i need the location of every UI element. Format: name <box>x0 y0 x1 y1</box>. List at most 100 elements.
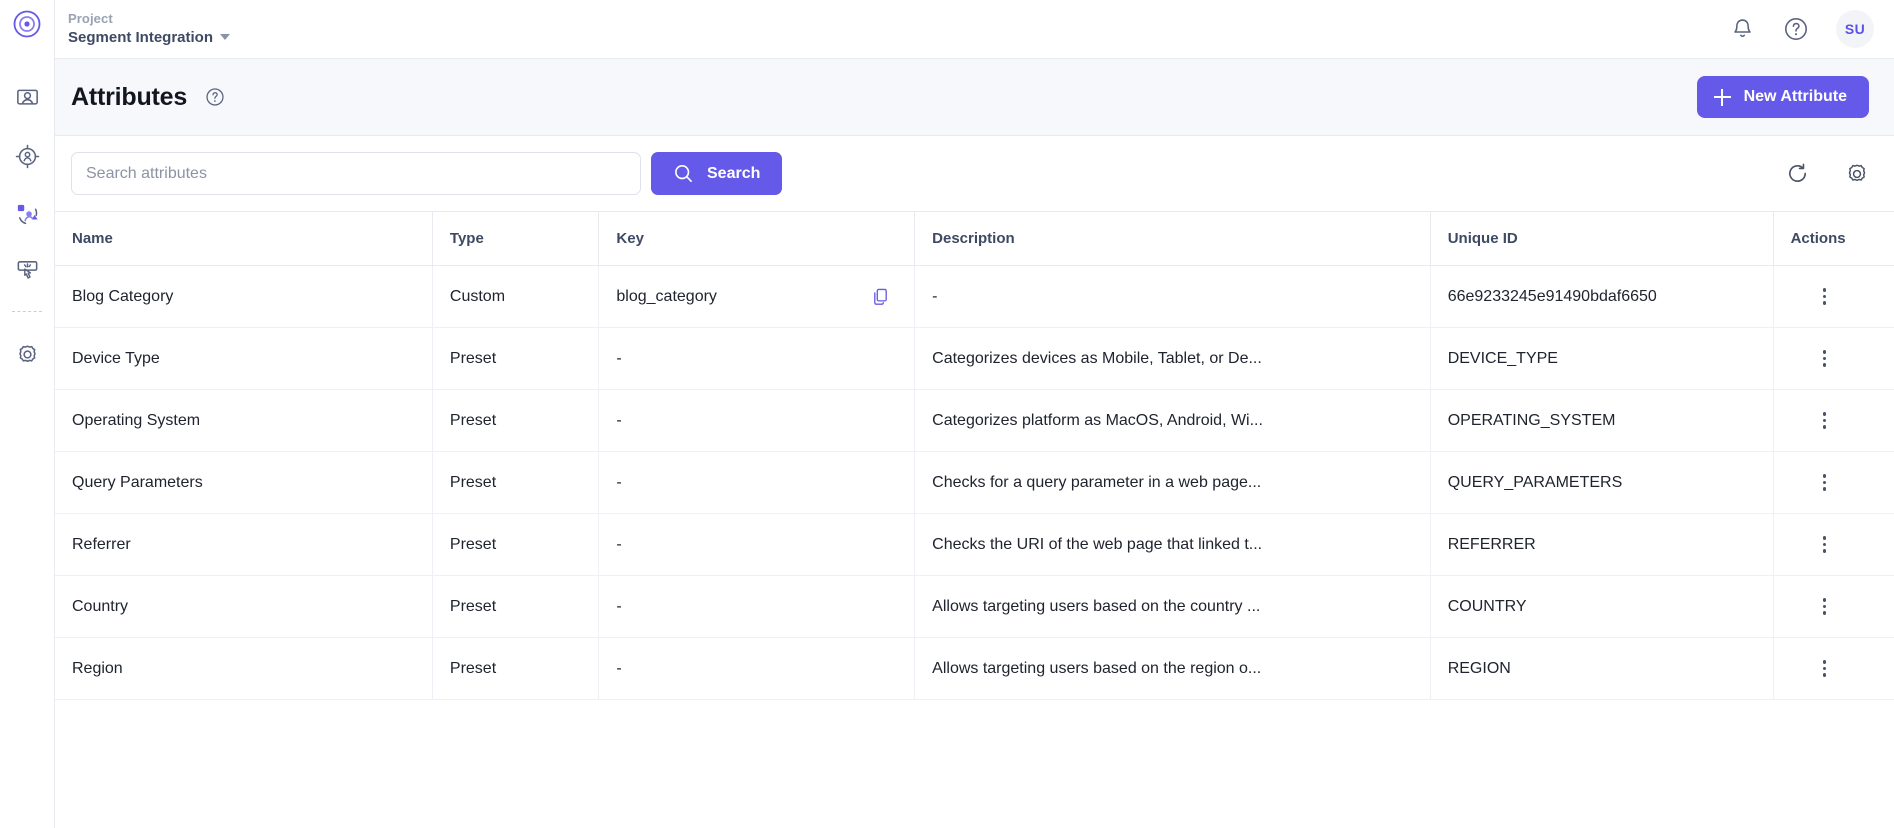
cell-description-value: Allows targeting users based on the regi… <box>932 659 1262 677</box>
table-row[interactable]: Device Type Preset - Categorizes devices… <box>55 327 1894 390</box>
user-avatar[interactable]: SU <box>1836 10 1874 48</box>
cell-name: Blog Category <box>55 265 433 328</box>
cell-description: Categorizes platform as MacOS, Android, … <box>914 389 1431 452</box>
search-icon <box>675 165 692 182</box>
cell-description-value: - <box>932 287 938 305</box>
table-row[interactable]: Referrer Preset - Checks the URI of the … <box>55 513 1894 576</box>
cell-actions <box>1773 575 1894 638</box>
plus-icon <box>1713 88 1731 106</box>
cell-description: Categorizes devices as Mobile, Tablet, o… <box>914 327 1431 390</box>
cell-key-value: blog_category <box>616 287 717 305</box>
cell-name: Region <box>55 637 433 700</box>
cell-description-value: Checks the URI of the web page that link… <box>932 535 1263 553</box>
topbar-actions: SU <box>1729 10 1874 48</box>
copy-key-button[interactable] <box>871 287 890 306</box>
cell-actions <box>1773 513 1894 576</box>
search-button-label: Search <box>707 164 761 182</box>
search-button[interactable]: Search <box>651 152 783 195</box>
cell-unique-id: 66e9233245e91490bdaf6650 <box>1430 265 1774 328</box>
row-actions-button[interactable] <box>1812 288 1838 305</box>
column-header-unique-id: Unique ID <box>1430 212 1774 266</box>
main-area: Project Segment Integration SU Attribute… <box>55 0 1894 828</box>
column-header-type: Type <box>432 212 600 266</box>
cell-unique-id: DEVICE_TYPE <box>1430 327 1774 390</box>
click-interaction-icon <box>17 261 37 279</box>
cell-key: - <box>598 451 916 514</box>
help-button[interactable] <box>1782 15 1810 43</box>
table-row[interactable]: Country Preset - Allows targeting users … <box>55 575 1894 638</box>
attributes-table: Name Type Key Description Unique ID Acti… <box>55 212 1894 700</box>
notifications-button[interactable] <box>1729 16 1756 43</box>
table-row[interactable]: Operating System Preset - Categorizes pl… <box>55 389 1894 452</box>
refresh-button[interactable] <box>1785 161 1810 186</box>
table-row[interactable]: Region Preset - Allows targeting users b… <box>55 637 1894 700</box>
row-actions-button[interactable] <box>1812 660 1838 677</box>
target-user-icon <box>15 144 39 169</box>
new-attribute-button[interactable]: New Attribute <box>1696 76 1869 118</box>
cell-type: Custom <box>432 265 600 328</box>
row-actions-button[interactable] <box>1812 474 1838 491</box>
project-name: Segment Integration <box>68 28 214 46</box>
cell-type: Preset <box>432 575 600 638</box>
sidebar-item-segments[interactable] <box>0 185 55 242</box>
target-logo-icon <box>13 10 41 38</box>
gear-icon <box>1848 164 1866 181</box>
project-name-row[interactable]: Segment Integration <box>68 28 231 46</box>
row-actions-button[interactable] <box>1812 350 1838 367</box>
row-actions-button[interactable] <box>1812 536 1838 553</box>
cell-key: - <box>598 575 916 638</box>
question-circle-icon <box>206 88 224 106</box>
cell-description-value: Categorizes devices as Mobile, Tablet, o… <box>932 349 1262 367</box>
cell-key: - <box>598 637 916 700</box>
page-header: Attributes New Attribute <box>55 58 1894 136</box>
sidebar-item-targeting[interactable] <box>0 128 55 185</box>
cell-actions <box>1773 637 1894 700</box>
cell-description: Allows targeting users based on the coun… <box>914 575 1431 638</box>
cell-description: Checks for a query parameter in a web pa… <box>914 451 1431 514</box>
cell-description: Checks the URI of the web page that link… <box>914 513 1431 576</box>
question-circle-icon <box>1785 18 1807 40</box>
cell-type: Preset <box>432 451 600 514</box>
gear-icon <box>18 345 36 363</box>
table-row[interactable]: Blog Category Custom blog_category - 66e… <box>55 265 1894 328</box>
table-row[interactable]: Query Parameters Preset - Checks for a q… <box>55 451 1894 514</box>
cell-description-value: Checks for a query parameter in a web pa… <box>932 473 1262 491</box>
project-selector[interactable]: Project Segment Integration <box>68 10 231 46</box>
segments-users-icon <box>17 204 38 225</box>
attributes-table-container: Name Type Key Description Unique ID Acti… <box>55 211 1894 828</box>
cell-unique-id: REFERRER <box>1430 513 1774 576</box>
cell-key: - <box>598 389 916 452</box>
sidebar-item-experiences[interactable] <box>0 242 55 299</box>
cell-unique-id: REGION <box>1430 637 1774 700</box>
page-title: Attributes <box>71 82 188 111</box>
audience-screen-icon <box>16 89 38 105</box>
cell-key: blog_category <box>598 265 916 328</box>
row-actions-button[interactable] <box>1812 598 1838 615</box>
cell-unique-id: OPERATING_SYSTEM <box>1430 389 1774 452</box>
top-bar: Project Segment Integration SU <box>55 0 1894 58</box>
cell-name: Query Parameters <box>55 451 433 514</box>
cell-description-value: Allows targeting users based on the coun… <box>932 597 1261 615</box>
sidebar-item-audiences[interactable] <box>0 71 55 128</box>
project-label: Project <box>68 10 113 26</box>
left-sidebar <box>0 0 55 828</box>
app-root: Project Segment Integration SU Attribute… <box>0 0 1894 828</box>
cell-unique-id: QUERY_PARAMETERS <box>1430 451 1774 514</box>
search-input[interactable] <box>71 152 641 195</box>
column-header-actions: Actions <box>1773 212 1894 266</box>
cell-key: - <box>598 327 916 390</box>
cell-actions <box>1773 451 1894 514</box>
table-header-row: Name Type Key Description Unique ID Acti… <box>55 212 1894 266</box>
app-logo[interactable] <box>11 8 43 45</box>
row-actions-button[interactable] <box>1812 412 1838 429</box>
cell-name: Referrer <box>55 513 433 576</box>
cell-name: Country <box>55 575 433 638</box>
table-settings-button[interactable] <box>1844 161 1870 187</box>
sidebar-item-settings[interactable] <box>0 326 55 383</box>
table-head: Name Type Key Description Unique ID Acti… <box>55 212 1894 266</box>
cell-description-value: Categorizes platform as MacOS, Android, … <box>932 411 1263 429</box>
cell-actions <box>1773 265 1894 328</box>
page-title-help-button[interactable] <box>204 86 226 108</box>
cell-key: - <box>598 513 916 576</box>
column-header-name: Name <box>55 212 433 266</box>
